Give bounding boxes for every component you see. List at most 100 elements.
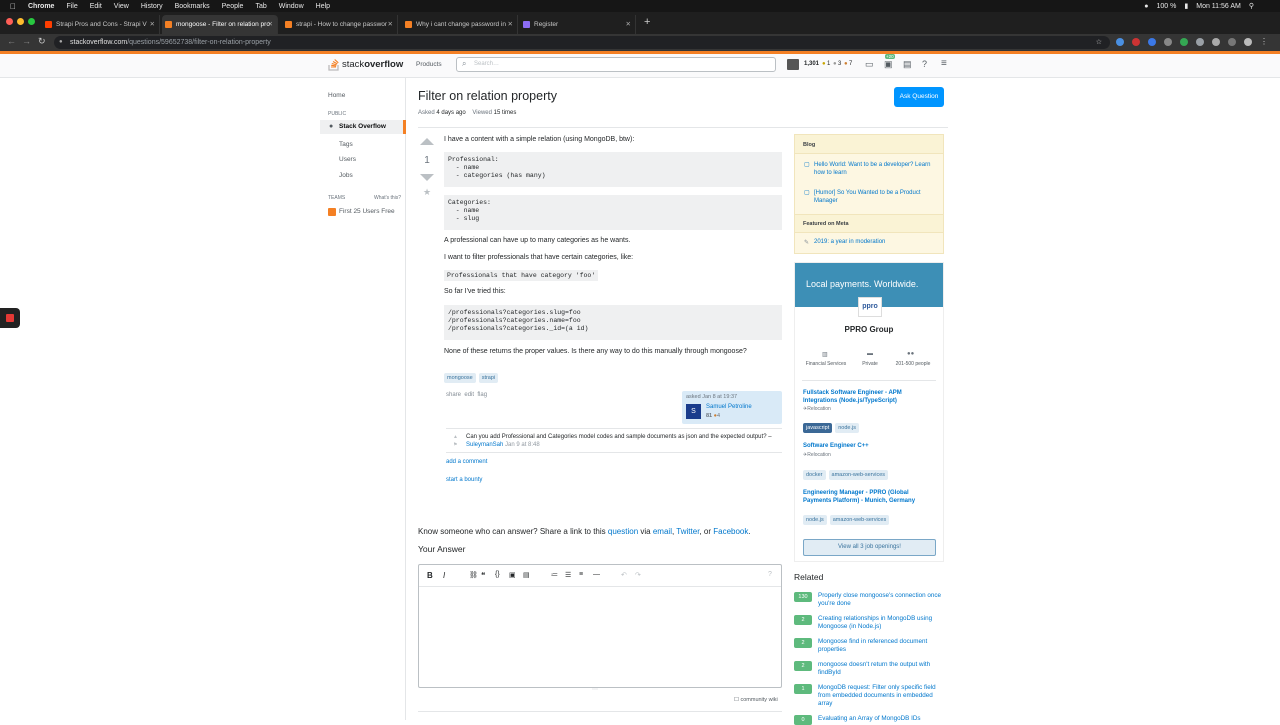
menu-help[interactable]: Help xyxy=(316,3,330,10)
extension-icon[interactable] xyxy=(1148,38,1156,46)
tab-register[interactable]: Register ✕ xyxy=(520,15,636,34)
question-title[interactable]: Filter on relation property xyxy=(418,89,557,103)
nav-home[interactable]: Home xyxy=(328,92,345,99)
blog-item-1[interactable]: Hello World: Want to be a developer? Lea… xyxy=(814,161,934,177)
blockquote-icon[interactable]: ❝ xyxy=(481,571,485,580)
review-icon[interactable]: ▤ xyxy=(903,59,912,70)
answer-textarea[interactable] xyxy=(419,588,781,686)
teams-whats-this-link[interactable]: What's this? xyxy=(374,195,401,201)
new-tab-icon[interactable]: + xyxy=(644,16,650,28)
user-name[interactable]: Samuel Petroline xyxy=(706,404,752,410)
downvote-icon[interactable] xyxy=(420,174,434,181)
undo-icon[interactable]: ↶ xyxy=(621,571,627,579)
menu-edit[interactable]: Edit xyxy=(90,3,102,10)
view-all-jobs-button[interactable]: View all 3 job openings! xyxy=(803,539,936,556)
job-tag[interactable]: docker xyxy=(803,470,826,480)
profile-avatar[interactable] xyxy=(1244,38,1252,46)
job-tag[interactable]: javascript xyxy=(803,423,833,433)
back-icon[interactable]: ← xyxy=(7,36,16,46)
site-switcher-icon[interactable]: ≡ xyxy=(941,58,947,69)
related-link[interactable]: mongoose doesn't return the output with … xyxy=(818,661,944,677)
comment-user[interactable]: SuleymanSah xyxy=(466,442,503,448)
close-tab-icon[interactable]: ✕ xyxy=(626,15,631,34)
job-tag[interactable]: amazon-web-services xyxy=(828,470,889,480)
user-avatar[interactable]: S xyxy=(686,404,701,419)
inbox-icon[interactable]: ▭ xyxy=(865,59,874,70)
italic-icon[interactable]: I xyxy=(443,571,445,580)
extension-icon[interactable] xyxy=(1116,38,1124,46)
share-link[interactable]: share xyxy=(446,392,461,398)
related-item[interactable]: 2 Mongoose find in referenced document pr… xyxy=(794,638,944,654)
search-icon[interactable]: ⚲ xyxy=(1249,2,1254,10)
meta-item-1[interactable]: 2019: a year in moderation xyxy=(814,239,934,245)
nav-stack-overflow[interactable]: ● Stack Overflow xyxy=(320,120,406,134)
menu-window[interactable]: Window xyxy=(279,3,304,10)
add-comment-link[interactable]: add a comment xyxy=(446,459,487,465)
extension-icon[interactable] xyxy=(1196,38,1204,46)
menu-file[interactable]: File xyxy=(66,3,77,10)
editor-help-icon[interactable]: ? xyxy=(768,571,772,578)
share-facebook-link[interactable]: Facebook xyxy=(713,527,748,536)
menu-app[interactable]: Chrome xyxy=(28,3,54,10)
url-field[interactable]: ● stackoverflow.com/questions/59652738/f… xyxy=(54,36,1110,49)
tab-strapi-pros[interactable]: Strapi Pros and Cons - Strapi V ✕ xyxy=(42,15,160,34)
close-tab-icon[interactable]: ✕ xyxy=(388,15,393,34)
related-link[interactable]: Mongoose find in referenced document pro… xyxy=(818,638,944,654)
ad-company[interactable]: PPRO Group xyxy=(795,325,943,334)
apple-icon[interactable]:  xyxy=(10,2,16,11)
job-tag[interactable]: node.js xyxy=(835,423,859,433)
comment-upvote-icon[interactable]: ▲ xyxy=(453,434,458,440)
nav-users[interactable]: Users xyxy=(339,156,356,163)
bookmark-star-icon[interactable]: ☆ xyxy=(1096,36,1102,49)
job-title-1[interactable]: Fullstack Software Engineer - APM Integr… xyxy=(803,389,933,405)
share-twitter-link[interactable]: Twitter xyxy=(676,527,699,536)
reload-icon[interactable]: ↻ xyxy=(38,36,46,47)
close-tab-icon[interactable]: ✕ xyxy=(268,15,273,34)
bullet-list-icon[interactable]: ☰ xyxy=(565,571,571,579)
close-window-icon[interactable] xyxy=(6,18,13,25)
menu-kebab-icon[interactable]: ⋮ xyxy=(1260,38,1268,46)
forward-icon[interactable]: → xyxy=(22,36,31,46)
close-tab-icon[interactable]: ✕ xyxy=(150,15,155,34)
ordered-list-icon[interactable]: ≔ xyxy=(551,571,558,579)
related-item[interactable]: 2 Creating relationships in MongoDB using… xyxy=(794,615,944,631)
community-wiki-checkbox[interactable]: ☐ community wiki xyxy=(734,697,778,703)
tab-strapi-password[interactable]: strapi - How to change passwor ✕ xyxy=(282,15,398,34)
image-icon[interactable]: ▣ xyxy=(509,571,516,579)
tag-strapi[interactable]: strapi xyxy=(478,373,499,383)
maximize-window-icon[interactable] xyxy=(28,18,35,25)
minimize-window-icon[interactable] xyxy=(17,18,24,25)
record-stop-icon[interactable] xyxy=(6,314,14,322)
close-tab-icon[interactable]: ✕ xyxy=(508,15,513,34)
job-title-2[interactable]: Software Engineer C++ xyxy=(803,443,933,449)
menu-tab[interactable]: Tab xyxy=(255,3,266,10)
upvote-icon[interactable] xyxy=(420,138,434,145)
comment-flag-icon[interactable]: ⚑ xyxy=(453,442,457,448)
help-icon[interactable]: ? xyxy=(922,59,927,69)
link-icon[interactable]: ⛓ xyxy=(469,571,478,579)
extension-icon[interactable] xyxy=(1180,38,1188,46)
extension-icon[interactable] xyxy=(1164,38,1172,46)
flag-link[interactable]: flag xyxy=(477,392,487,398)
user-avatar[interactable] xyxy=(787,59,799,70)
start-bounty-link[interactable]: start a bounty xyxy=(446,477,482,483)
related-link[interactable]: MongoDB request: Filter only specific fi… xyxy=(818,684,944,708)
reputation[interactable]: 1,301 xyxy=(804,61,819,67)
adblock-icon[interactable] xyxy=(1132,38,1140,46)
job-tag[interactable]: amazon-web-services xyxy=(829,515,890,525)
battery-icon[interactable]: ▮ xyxy=(1184,2,1188,10)
tab-mongoose-filter[interactable]: mongoose - Filter on relation pro ✕ xyxy=(162,15,278,34)
wifi-icon[interactable]: ● xyxy=(1144,3,1148,10)
nav-jobs[interactable]: Jobs xyxy=(339,172,353,179)
teams-free-link[interactable]: First 25 Users Free xyxy=(339,208,395,215)
lock-icon[interactable]: ● xyxy=(59,36,63,49)
edit-link[interactable]: edit xyxy=(464,392,474,398)
hr-icon[interactable]: — xyxy=(593,571,600,578)
menu-bookmarks[interactable]: Bookmarks xyxy=(175,3,210,10)
so-logo[interactable]: stackoverflow xyxy=(328,57,403,71)
snippet-icon[interactable]: ▤ xyxy=(523,571,530,579)
products-link[interactable]: Products xyxy=(416,61,442,68)
share-email-link[interactable]: email xyxy=(653,527,672,536)
nav-tags[interactable]: Tags xyxy=(339,141,353,148)
blog-item-2[interactable]: [Humor] So You Wanted to be a Product Ma… xyxy=(814,189,934,205)
